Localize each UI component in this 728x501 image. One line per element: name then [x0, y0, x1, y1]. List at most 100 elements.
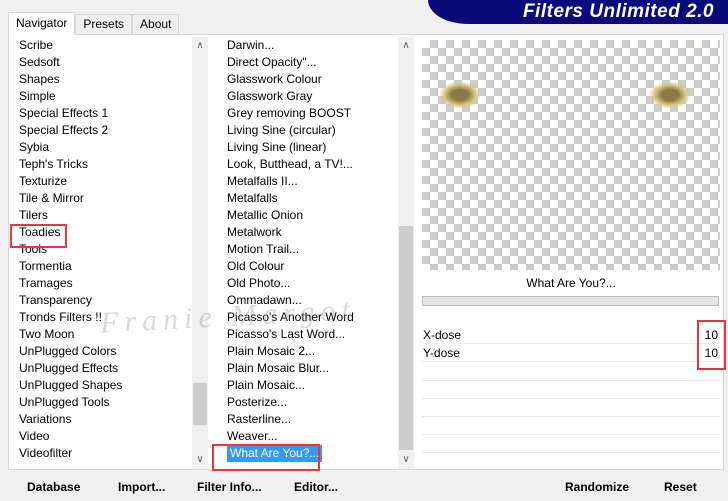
list-item-label: Direct Opacity"...: [227, 55, 317, 69]
list-item-label: UnPlugged Colors: [19, 344, 117, 358]
list-item-label: Plain Mosaic...: [227, 378, 306, 392]
list-item-label: Video: [19, 429, 50, 443]
list-item-label: Teph's Tricks: [19, 157, 88, 171]
list-item[interactable]: Grey removing BOOST: [220, 105, 398, 122]
list-item[interactable]: Tormentia: [12, 258, 192, 275]
filter-info-button[interactable]: Filter Info...: [197, 480, 262, 494]
list-item-label: Videofilter: [19, 446, 73, 460]
scroll-up-icon[interactable]: ∧: [398, 37, 414, 55]
scroll-up-icon[interactable]: ∧: [192, 37, 208, 55]
list-item[interactable]: Old Photo...: [220, 275, 398, 292]
list-item[interactable]: Shapes: [12, 71, 192, 88]
list-item-label: Metalwork: [227, 225, 282, 239]
list-item[interactable]: Weaver...: [220, 428, 398, 445]
list-item[interactable]: Plain Mosaic Blur...: [220, 360, 398, 377]
filter-scrollbar[interactable]: ∧ ∨: [398, 37, 414, 469]
list-item[interactable]: Tilers: [12, 207, 192, 224]
list-item-label: Old Photo...: [227, 276, 291, 290]
scroll-thumb[interactable]: [399, 226, 413, 450]
list-item-label: UnPlugged Shapes: [19, 378, 123, 392]
list-item[interactable]: Glasswork Colour: [220, 71, 398, 88]
list-item-label: Grey removing BOOST: [227, 106, 352, 120]
list-item[interactable]: Look, Butthead, a TV!...: [220, 156, 398, 173]
list-item-label: Rasterline...: [227, 412, 292, 426]
list-item[interactable]: Variations: [12, 411, 192, 428]
list-item-label: Special Effects 1: [19, 106, 109, 120]
list-item[interactable]: Direct Opacity"...: [220, 54, 398, 71]
list-item[interactable]: Old Colour: [220, 258, 398, 275]
list-item-label: Two Moon: [19, 327, 75, 341]
list-item-label: Tilers: [19, 208, 48, 222]
list-item[interactable]: Living Sine (circular): [220, 122, 398, 139]
list-item-label: UnPlugged Effects: [19, 361, 119, 375]
scroll-down-icon[interactable]: ∨: [192, 451, 208, 469]
tab-navigator[interactable]: Navigator: [8, 12, 76, 35]
list-item-label: Plain Mosaic Blur...: [227, 361, 330, 375]
tab-about[interactable]: About: [132, 14, 180, 34]
list-item-label: Metallic Onion: [227, 208, 304, 222]
list-item[interactable]: Tramages: [12, 275, 192, 292]
database-button[interactable]: Database: [27, 480, 80, 494]
list-item[interactable]: Metallic Onion: [220, 207, 398, 224]
list-item[interactable]: Posterize...: [220, 394, 398, 411]
list-item[interactable]: UnPlugged Shapes: [12, 377, 192, 394]
list-item[interactable]: Motion Trail...: [220, 241, 398, 258]
category-scrollbar[interactable]: ∧ ∨: [192, 37, 208, 469]
list-item-label: Special Effects 2: [19, 123, 109, 137]
import-button[interactable]: Import...: [118, 480, 165, 494]
list-item[interactable]: UnPlugged Effects: [12, 360, 192, 377]
list-item[interactable]: Metalfalls: [220, 190, 398, 207]
list-item-label: Tramages: [19, 276, 73, 290]
list-item-label: Glasswork Gray: [227, 89, 313, 103]
list-item[interactable]: Metalwork: [220, 224, 398, 241]
list-item[interactable]: Metalfalls II...: [220, 173, 398, 190]
list-item[interactable]: Tile & Mirror: [12, 190, 192, 207]
list-item-label: Weaver...: [227, 429, 278, 443]
filter-list[interactable]: Darwin... Direct Opacity"... Glasswork Col…: [220, 37, 398, 469]
list-item-label: Scribe: [19, 38, 54, 52]
list-item[interactable]: Sybia: [12, 139, 192, 156]
list-item-label: Glasswork Colour: [227, 72, 322, 86]
list-item[interactable]: Teph's Tricks: [12, 156, 192, 173]
list-item[interactable]: Scribe: [12, 37, 192, 54]
list-item-label: Metalfalls II...: [227, 174, 298, 188]
list-item[interactable]: Videofilter: [12, 445, 192, 462]
highlight-values: [697, 320, 726, 370]
editor-button[interactable]: Editor...: [294, 480, 338, 494]
list-item-label: Variations: [19, 412, 72, 426]
list-item[interactable]: UnPlugged Tools: [12, 394, 192, 411]
list-item[interactable]: Darwin...: [220, 37, 398, 54]
list-item[interactable]: Special Effects 2: [12, 122, 192, 139]
scroll-down-icon[interactable]: ∨: [398, 451, 414, 469]
list-item-label: UnPlugged Tools: [19, 395, 110, 409]
list-item[interactable]: Glasswork Gray: [220, 88, 398, 105]
preview-image: [422, 40, 720, 270]
list-item-label: Plain Mosaic 2...: [227, 344, 316, 358]
list-item-label: Transparency: [19, 293, 92, 307]
list-item[interactable]: Sedsoft: [12, 54, 192, 71]
list-item[interactable]: Video: [12, 428, 192, 445]
list-item-label: Metalfalls: [227, 191, 278, 205]
list-item[interactable]: UnPlugged Colors: [12, 343, 192, 360]
list-item-label: Tormentia: [19, 259, 72, 273]
list-item[interactable]: Special Effects 1: [12, 105, 192, 122]
list-item-label: Old Colour: [227, 259, 285, 273]
filter-name-label: What Are You?...: [526, 276, 616, 290]
list-item-label: Motion Trail...: [227, 242, 300, 256]
reset-button[interactable]: Reset: [664, 480, 697, 494]
scroll-thumb[interactable]: [193, 383, 207, 425]
progress-bar: [422, 296, 719, 306]
category-list[interactable]: Scribe Sedsoft Shapes Simple Special Effects…: [12, 37, 192, 469]
tab-presets[interactable]: Presets: [75, 14, 133, 34]
param-x-dose[interactable]: X-dose 10: [422, 326, 720, 344]
list-item[interactable]: Simple: [12, 88, 192, 105]
list-item[interactable]: Plain Mosaic...: [220, 377, 398, 394]
highlight-what-are-you: [212, 444, 320, 471]
list-item[interactable]: Rasterline...: [220, 411, 398, 428]
list-item[interactable]: Living Sine (linear): [220, 139, 398, 156]
list-item[interactable]: Plain Mosaic 2...: [220, 343, 398, 360]
list-item[interactable]: Texturize: [12, 173, 192, 190]
param-y-dose[interactable]: Y-dose 10: [422, 344, 720, 362]
randomize-button[interactable]: Randomize: [565, 480, 629, 494]
list-item-label: Sybia: [19, 140, 50, 154]
